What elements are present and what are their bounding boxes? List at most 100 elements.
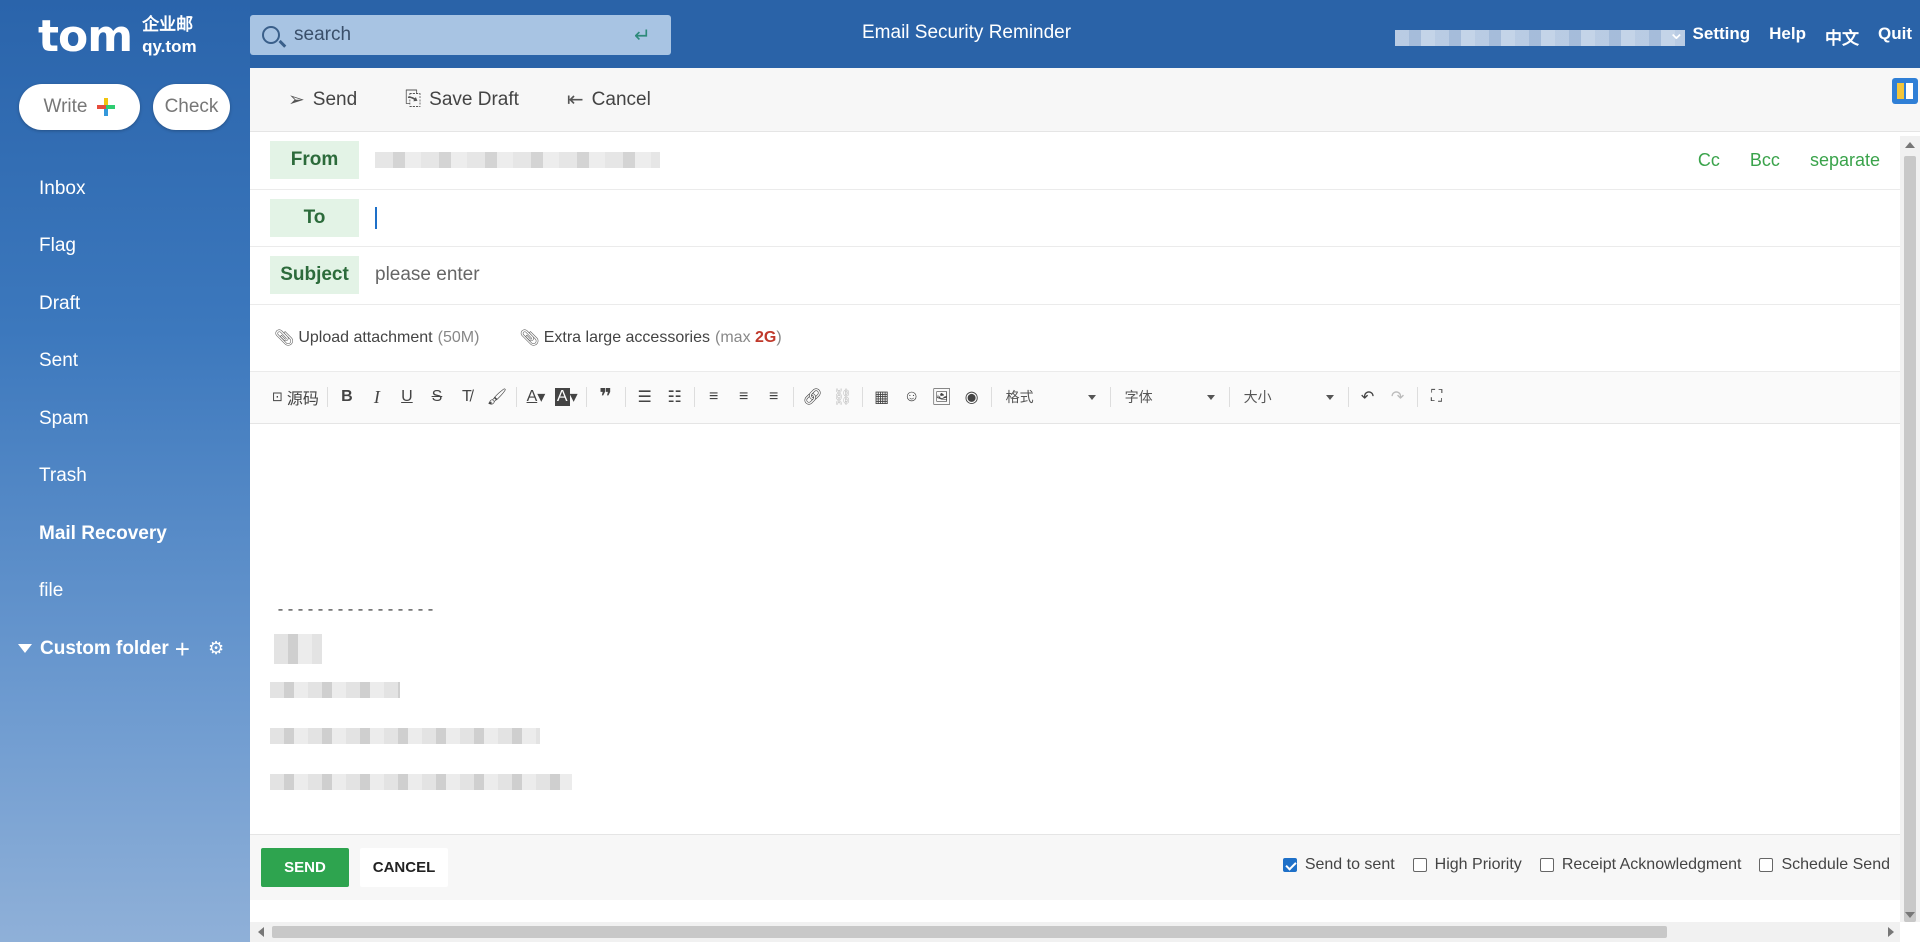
upload-attachment-button[interactable]: 📎︎ Upload attachment (50M) <box>274 328 479 348</box>
high-priority-checkbox[interactable] <box>1412 858 1427 872</box>
format-painter-icon[interactable]: 🖌︎ <box>482 382 512 412</box>
sidebar-item-mail-recovery[interactable]: Mail Recovery <box>0 505 250 563</box>
sidebar-item-label: Inbox <box>39 177 86 199</box>
bold-icon[interactable]: B <box>332 382 362 412</box>
logo[interactable]: tom 企业邮 qy.tom <box>38 8 197 64</box>
help-link[interactable]: Help <box>1769 24 1806 49</box>
source-label: 源码 <box>286 391 319 408</box>
upload-limit: (50M) <box>437 328 480 346</box>
scroll-thumb[interactable] <box>1904 156 1916 922</box>
italic-icon[interactable]: I <box>362 382 392 412</box>
scroll-thumb[interactable] <box>272 926 1667 938</box>
compass-icon[interactable]: ◉ <box>957 382 987 412</box>
signature-line <box>274 633 322 664</box>
enter-icon[interactable]: ↵ <box>634 23 651 48</box>
horizontal-scrollbar[interactable] <box>250 922 1900 942</box>
expand-triangle-icon[interactable] <box>18 644 32 653</box>
write-button[interactable]: Write <box>19 84 140 130</box>
add-folder-icon[interactable]: + <box>175 636 190 662</box>
schedule-send-checkbox[interactable] <box>1759 858 1774 872</box>
vertical-scrollbar[interactable] <box>1900 136 1920 922</box>
dropdown-arrow-icon <box>1087 394 1096 400</box>
font-color-icon[interactable]: A ▾ <box>521 382 551 412</box>
search-box[interactable]: ↵ <box>250 15 671 55</box>
separate-link[interactable]: separate <box>1810 150 1880 171</box>
undo-icon[interactable]: ↶ <box>1353 382 1383 412</box>
scroll-down-icon[interactable] <box>1905 912 1915 918</box>
unlink-icon[interactable]: ⛓︎ <box>828 382 858 412</box>
blockquote-icon[interactable]: ❞ <box>591 382 621 412</box>
bcc-link[interactable]: Bcc <box>1750 150 1780 171</box>
strikethrough-icon[interactable]: S <box>422 382 452 412</box>
sidebar-item-flag[interactable]: Flag <box>0 218 250 276</box>
scroll-up-icon[interactable] <box>1905 142 1915 148</box>
check-button[interactable]: Check <box>153 84 230 130</box>
highlight-color-icon[interactable]: A ▾ <box>551 382 582 412</box>
send-to-sent-option[interactable]: Send to sent <box>1282 856 1395 874</box>
sidebar-item-spam[interactable]: Spam <box>0 390 250 448</box>
layout-toggle-icon[interactable] <box>1892 78 1918 104</box>
receipt-acknowledgment-option[interactable]: Receipt Acknowledgment <box>1539 856 1741 874</box>
receipt-acknowledgment-checkbox[interactable] <box>1539 858 1554 872</box>
language-link[interactable]: 中文 <box>1825 24 1859 49</box>
paperclip-icon: 📎︎ <box>274 329 295 347</box>
sidebar-item-sent[interactable]: Sent <box>0 333 250 391</box>
image-icon[interactable]: 🖼︎ <box>927 382 957 412</box>
large-limit-prefix: (max <box>715 328 751 346</box>
scroll-left-icon[interactable] <box>258 927 264 937</box>
font-dropdown[interactable]: 字体 <box>1115 382 1225 412</box>
sidebar-item-label: Spam <box>39 407 89 429</box>
editor-body[interactable]: ---------------- <box>250 424 1920 834</box>
quit-link[interactable]: Quit <box>1878 24 1912 49</box>
sidebar-item-draft[interactable]: Draft <box>0 275 250 333</box>
option-label: Schedule Send <box>1781 856 1890 873</box>
setting-link[interactable]: Setting <box>1693 24 1751 49</box>
emoji-icon[interactable]: ☺ <box>897 382 927 412</box>
schedule-send-option[interactable]: Schedule Send <box>1759 856 1890 874</box>
fullscreen-icon[interactable]: ⛶ <box>1422 382 1452 412</box>
align-left-icon[interactable]: ≡ <box>699 382 729 412</box>
footer-send-button[interactable]: SEND <box>261 848 349 887</box>
user-account[interactable] <box>1395 30 1685 46</box>
scroll-right-icon[interactable] <box>1888 927 1894 937</box>
numbered-list-icon[interactable]: ☷ <box>660 382 690 412</box>
table-icon[interactable]: ▦ <box>867 382 897 412</box>
align-center-icon[interactable]: ≡ <box>729 382 759 412</box>
source-icon: ⊡ <box>272 389 283 404</box>
size-dropdown[interactable]: 大小 <box>1234 382 1344 412</box>
save-draft-button[interactable]: ⎘ Save Draft <box>405 88 519 111</box>
high-priority-option[interactable]: High Priority <box>1412 856 1522 874</box>
search-input[interactable] <box>294 24 634 46</box>
send-button[interactable]: ➢ Send <box>288 87 357 112</box>
sidebar-item-label: file <box>39 580 64 602</box>
clear-format-icon[interactable]: T̸ <box>452 382 482 412</box>
cc-link[interactable]: Cc <box>1698 150 1720 171</box>
to-field[interactable] <box>375 206 377 229</box>
signature-separator: ---------------- <box>276 601 437 619</box>
large-attachment-button[interactable]: 📎︎ Extra large accessories (max 2G) <box>519 328 781 348</box>
footer-cancel-button[interactable]: CANCEL <box>360 848 448 887</box>
top-bar: ↵ Email Security Reminder ⌄ Setting Help… <box>250 0 1920 68</box>
redo-icon[interactable]: ↷ <box>1383 382 1413 412</box>
align-right-icon[interactable]: ≡ <box>759 382 789 412</box>
gear-icon[interactable]: ⚙ <box>208 638 224 659</box>
send-to-sent-checkbox[interactable] <box>1282 858 1297 872</box>
custom-folder-header[interactable]: Custom folder + ⚙ <box>0 620 250 677</box>
source-code-button[interactable]: ⊡ 源码 <box>268 382 323 412</box>
underline-icon[interactable]: U <box>392 382 422 412</box>
chevron-down-icon[interactable]: ⌄ <box>1668 20 1685 45</box>
from-row: From Cc Bcc separate <box>250 132 1920 190</box>
from-address[interactable] <box>375 152 660 169</box>
sidebar-item-inbox[interactable]: Inbox <box>0 160 250 218</box>
to-label: To <box>270 198 359 237</box>
sidebar-item-trash[interactable]: Trash <box>0 448 250 506</box>
sidebar-item-label: Trash <box>39 465 87 487</box>
sidebar-item-file[interactable]: file <box>0 563 250 621</box>
format-dropdown[interactable]: 格式 <box>996 382 1106 412</box>
option-label: High Priority <box>1434 856 1522 873</box>
link-icon[interactable]: 🔗︎ <box>798 382 828 412</box>
bullet-list-icon[interactable]: ☰ <box>630 382 660 412</box>
subject-field[interactable] <box>375 264 1275 287</box>
cancel-button[interactable]: ⇤ Cancel <box>567 87 651 112</box>
search-icon <box>262 26 280 44</box>
